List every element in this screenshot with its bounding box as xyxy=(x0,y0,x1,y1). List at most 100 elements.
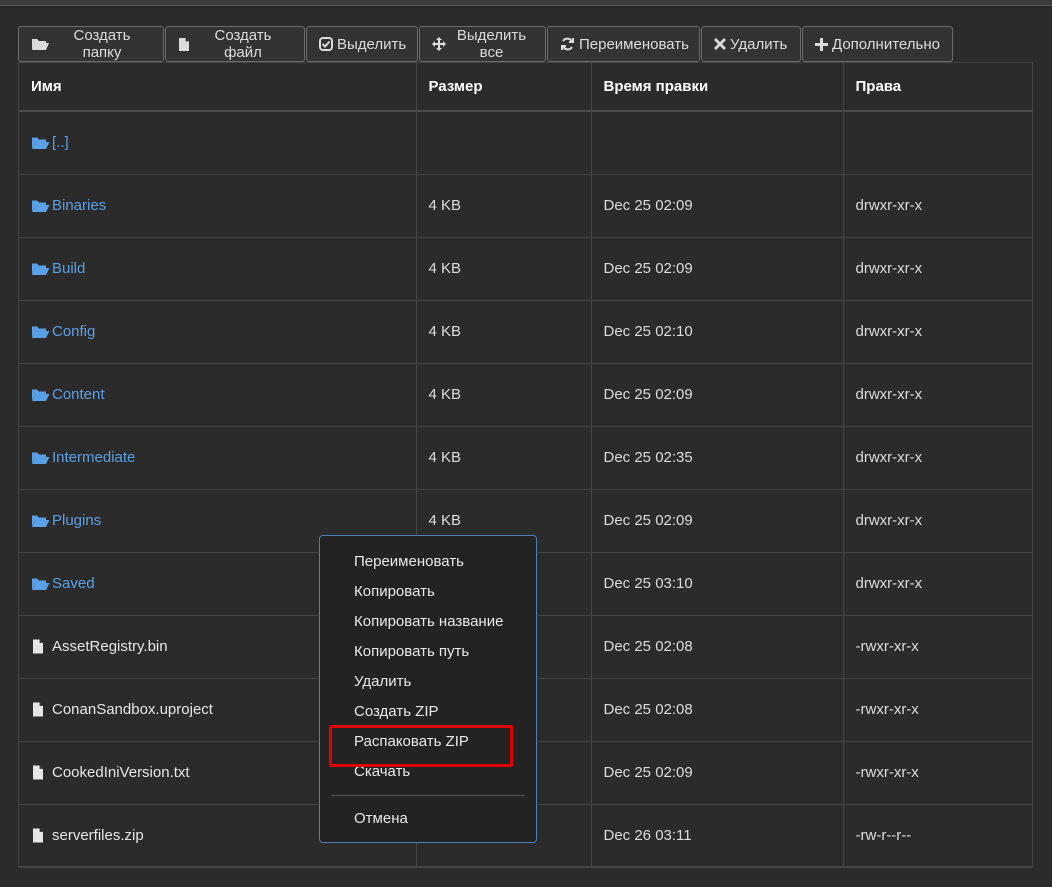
cell-mtime: Dec 25 02:35 xyxy=(591,426,844,490)
cell-mtime: Dec 25 02:09 xyxy=(591,237,844,301)
cell-perms: -rw-r--r-- xyxy=(843,804,1033,868)
ctx-item-cancel[interactable]: Отмена xyxy=(320,804,536,834)
cell-size xyxy=(416,111,592,175)
folder-open-icon xyxy=(32,578,50,590)
ctx-item-extract-zip[interactable]: Распаковать ZIP xyxy=(320,727,536,757)
ctx-item-rename[interactable]: Переименовать xyxy=(320,547,536,577)
cell-perms: drwxr-xr-x xyxy=(843,426,1033,490)
cell-mtime: Dec 25 03:10 xyxy=(591,552,844,616)
create-folder-label: Создать папку xyxy=(73,27,131,61)
select-all-label: Выделить все xyxy=(456,27,527,61)
more-button[interactable]: Дополнительно xyxy=(802,26,953,62)
cell-name: Config xyxy=(19,300,417,364)
table-row[interactable]: Intermediate 4 KB Dec 25 02:35 drwxr-xr-x xyxy=(19,426,1033,490)
cell-mtime: Dec 25 02:08 xyxy=(591,615,844,679)
folder-link[interactable]: Plugins xyxy=(52,512,101,529)
folder-link[interactable]: [..] xyxy=(52,134,69,151)
ctx-item-delete[interactable]: Удалить xyxy=(320,667,536,697)
ctx-item-copy[interactable]: Копировать xyxy=(320,577,536,607)
cell-perms: -rwxr-xr-x xyxy=(843,741,1033,805)
cell-mtime: Dec 25 02:09 xyxy=(591,363,844,427)
header-perms[interactable]: Права xyxy=(843,63,1033,112)
delete-button[interactable]: Удалить xyxy=(701,26,801,62)
cell-name: [..] xyxy=(19,111,417,175)
cell-perms: -rwxr-xr-x xyxy=(843,678,1033,742)
file-icon xyxy=(33,828,43,843)
cell-perms xyxy=(843,111,1033,175)
refresh-icon xyxy=(561,37,574,51)
ctx-item-copy-name[interactable]: Копировать название xyxy=(320,607,536,637)
file-icon xyxy=(33,765,43,780)
table-row[interactable]: Build 4 KB Dec 25 02:09 drwxr-xr-x xyxy=(19,237,1033,301)
select-all-button[interactable]: Выделить все xyxy=(419,26,546,62)
cell-mtime: Dec 25 02:09 xyxy=(591,489,844,553)
folder-link[interactable]: Config xyxy=(52,323,95,340)
cell-mtime xyxy=(591,111,844,175)
file-icon xyxy=(179,37,189,51)
header-mtime[interactable]: Время правки xyxy=(591,63,844,112)
select-button[interactable]: Выделить xyxy=(306,26,418,62)
rename-label: Переименовать xyxy=(579,35,689,53)
cell-perms: drwxr-xr-x xyxy=(843,363,1033,427)
folder-link[interactable]: Binaries xyxy=(52,197,106,214)
close-icon xyxy=(714,38,726,50)
file-name[interactable]: serverfiles.zip xyxy=(52,827,144,844)
folder-open-icon xyxy=(32,389,50,401)
name-wrap: Intermediate xyxy=(31,449,404,466)
file-name[interactable]: AssetRegistry.bin xyxy=(52,638,168,655)
name-wrap: Content xyxy=(31,386,404,403)
folder-open-icon xyxy=(32,515,50,527)
ctx-item-create-zip[interactable]: Создать ZIP xyxy=(320,697,536,727)
delete-label: Удалить xyxy=(730,35,788,53)
table-row[interactable]: Binaries 4 KB Dec 25 02:09 drwxr-xr-x xyxy=(19,174,1033,238)
ctx-separator xyxy=(331,795,525,796)
folder-link[interactable]: Content xyxy=(52,386,105,403)
folder-link[interactable]: Build xyxy=(52,260,85,277)
context-menu: Переименовать Копировать Копировать назв… xyxy=(319,535,537,843)
folder-open-icon xyxy=(32,452,50,464)
cell-mtime: Dec 25 02:09 xyxy=(591,174,844,238)
top-strip xyxy=(0,0,1052,6)
name-wrap: Config xyxy=(31,323,404,340)
table-row[interactable]: Config 4 KB Dec 25 02:10 drwxr-xr-x xyxy=(19,300,1033,364)
table-row[interactable]: [..] xyxy=(19,111,1033,175)
cell-name: Binaries xyxy=(19,174,417,238)
toolbar: Создать папку Создать файл Выделить Выде… xyxy=(18,26,954,62)
create-file-button[interactable]: Создать файл xyxy=(165,26,305,62)
folder-open-icon xyxy=(32,263,50,275)
rename-button[interactable]: Переименовать xyxy=(547,26,700,62)
table-row[interactable]: Content 4 KB Dec 25 02:09 drwxr-xr-x xyxy=(19,363,1033,427)
cell-mtime: Dec 26 03:11 xyxy=(591,804,844,868)
create-folder-button[interactable]: Создать папку xyxy=(18,26,164,62)
more-label: Дополнительно xyxy=(832,35,940,53)
file-icon xyxy=(33,702,43,717)
header-size[interactable]: Размер xyxy=(416,63,592,112)
cell-name: Build xyxy=(19,237,417,301)
header-name[interactable]: Имя xyxy=(19,63,417,112)
select-label: Выделить xyxy=(337,35,407,53)
folder-open-icon xyxy=(32,200,50,212)
cell-perms: drwxr-xr-x xyxy=(843,237,1033,301)
cell-size: 4 KB xyxy=(416,426,592,490)
cell-perms: drwxr-xr-x xyxy=(843,300,1033,364)
cell-perms: drwxr-xr-x xyxy=(843,489,1033,553)
folder-link[interactable]: Intermediate xyxy=(52,449,135,466)
ctx-item-copy-path[interactable]: Копировать путь xyxy=(320,637,536,667)
file-name[interactable]: CookedIniVersion.txt xyxy=(52,764,190,781)
create-file-label: Создать файл xyxy=(214,27,272,61)
cell-perms: drwxr-xr-x xyxy=(843,174,1033,238)
file-name[interactable]: ConanSandbox.uproject xyxy=(52,701,213,718)
folder-link[interactable]: Saved xyxy=(52,575,95,592)
check-square-icon xyxy=(319,37,333,51)
folder-open-icon xyxy=(32,326,50,338)
name-wrap: Plugins xyxy=(31,512,404,529)
cell-name: Content xyxy=(19,363,417,427)
cell-mtime: Dec 25 02:10 xyxy=(591,300,844,364)
cell-size: 4 KB xyxy=(416,300,592,364)
cell-size: 4 KB xyxy=(416,174,592,238)
cell-size: 4 KB xyxy=(416,237,592,301)
cell-mtime: Dec 25 02:09 xyxy=(591,741,844,805)
name-wrap: Binaries xyxy=(31,197,404,214)
ctx-item-download[interactable]: Скачать xyxy=(320,757,536,787)
cell-perms: -rwxr-xr-x xyxy=(843,615,1033,679)
